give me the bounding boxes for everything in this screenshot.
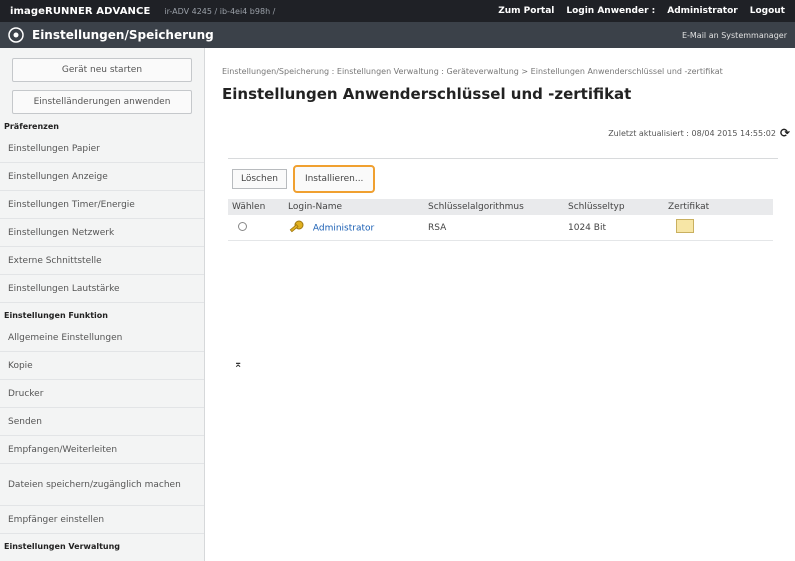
certificate-panel: Löschen Installieren... Wählen Login-Nam… xyxy=(228,158,778,370)
sidebar-item-store-files[interactable]: Dateien speichern/zugänglich machen xyxy=(0,464,204,506)
title-bar: Einstellungen/Speicherung E-Mail an Syst… xyxy=(0,22,795,48)
brand-label: imageRUNNER ADVANCE xyxy=(10,5,151,17)
column-header-select: Wählen xyxy=(228,199,284,215)
install-button[interactable]: Installieren... xyxy=(292,165,376,193)
last-updated: Zuletzt aktualisiert : 08/04 2015 14:55:… xyxy=(608,126,790,140)
sidebar-item-send[interactable]: Senden xyxy=(0,408,204,436)
page-title: Einstellungen Anwenderschlüssel und -zer… xyxy=(222,85,632,103)
restart-device-button[interactable]: Gerät neu starten xyxy=(12,58,192,82)
top-bar: imageRUNNER ADVANCE ir-ADV 4245 / ib-4ei… xyxy=(0,0,795,22)
table-row: Administrator RSA 1024 Bit xyxy=(228,215,773,241)
sidebar-item-network[interactable]: Einstellungen Netzwerk xyxy=(0,219,204,247)
login-name-link[interactable]: Administrator xyxy=(313,223,374,233)
logout-link[interactable]: Logout xyxy=(750,6,785,16)
section-heading-management: Einstellungen Verwaltung xyxy=(4,542,121,551)
settings-gear-icon xyxy=(8,27,24,43)
page-section-title: Einstellungen/Speicherung xyxy=(32,28,214,42)
portal-link[interactable]: Zum Portal xyxy=(498,6,554,16)
sidebar-item-display[interactable]: Einstellungen Anzeige xyxy=(0,163,204,191)
scroll-top-icon[interactable]: ⌅ xyxy=(234,359,242,370)
sidebar-item-paper[interactable]: Einstellungen Papier xyxy=(0,135,204,163)
sidebar-item-timer-energy[interactable]: Einstellungen Timer/Energie xyxy=(0,191,204,219)
email-admin-link[interactable]: E-Mail an Systemmanager xyxy=(682,31,787,40)
column-header-algorithm: Schlüsselalgorithmus xyxy=(424,199,564,215)
sidebar-item-receive-forward[interactable]: Empfangen/Weiterleiten xyxy=(0,436,204,464)
sidebar: Gerät neu starten Einstelländerungen anw… xyxy=(0,48,205,561)
top-nav: Zum Portal Login Anwender : Administrato… xyxy=(498,6,785,16)
sidebar-item-copy[interactable]: Kopie xyxy=(0,352,204,380)
section-heading-function: Einstellungen Funktion xyxy=(4,311,108,320)
refresh-icon[interactable]: ⟳ xyxy=(780,126,790,140)
certificate-cell xyxy=(664,215,773,241)
user-name: Administrator xyxy=(667,6,738,16)
certificate-icon[interactable] xyxy=(676,219,694,233)
column-header-login: Login-Name xyxy=(284,199,424,215)
column-header-key-type: Schlüsseltyp xyxy=(564,199,664,215)
section-heading-preferences: Präferenzen xyxy=(4,122,59,131)
sidebar-item-external-interface[interactable]: Externe Schnittstelle xyxy=(0,247,204,275)
key-type-cell: 1024 Bit xyxy=(564,215,664,241)
key-icon xyxy=(289,220,304,232)
breadcrumb: Einstellungen/Speicherung : Einstellunge… xyxy=(222,67,723,76)
algorithm-cell: RSA xyxy=(424,215,564,241)
last-updated-text: Zuletzt aktualisiert : 08/04 2015 14:55:… xyxy=(608,128,776,138)
table-header-row: Wählen Login-Name Schlüsselalgorithmus S… xyxy=(228,199,773,215)
delete-button[interactable]: Löschen xyxy=(232,169,287,189)
column-header-certificate: Zertifikat xyxy=(664,199,773,215)
sidebar-item-volume[interactable]: Einstellungen Lautstärke xyxy=(0,275,204,303)
select-cell xyxy=(228,215,284,241)
action-buttons: Löschen Installieren... xyxy=(228,159,778,199)
sidebar-item-general[interactable]: Allgemeine Einstellungen xyxy=(0,324,204,352)
login-cell: Administrator xyxy=(284,215,424,241)
main-content: Einstellungen/Speicherung : Einstellunge… xyxy=(222,48,790,561)
sidebar-item-recipients[interactable]: Empfänger einstellen xyxy=(0,506,204,534)
login-user-label: Login Anwender : xyxy=(566,6,656,16)
apply-changes-button[interactable]: Einstelländerungen anwenden xyxy=(12,90,192,114)
sidebar-item-printer[interactable]: Drucker xyxy=(0,380,204,408)
certificate-table: Wählen Login-Name Schlüsselalgorithmus S… xyxy=(228,199,773,241)
select-radio[interactable] xyxy=(238,221,247,231)
device-info: ir-ADV 4245 / ib-4ei4 b98h / xyxy=(164,6,276,16)
